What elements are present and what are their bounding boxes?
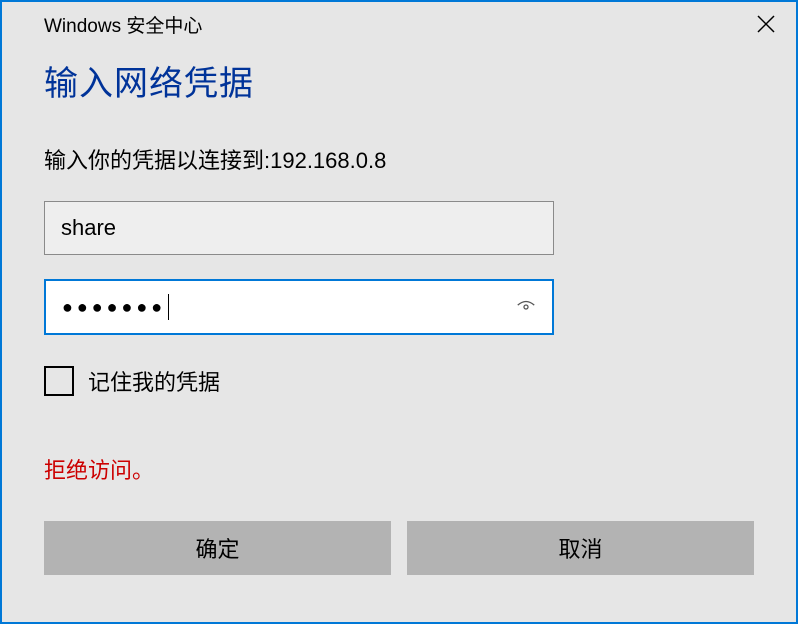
- password-row: ●●●●●●●: [44, 279, 754, 335]
- remember-checkbox[interactable]: [44, 366, 74, 396]
- remember-label: 记住我的凭据: [88, 365, 220, 397]
- username-row: [44, 201, 754, 255]
- text-caret: [168, 294, 169, 320]
- close-button[interactable]: [736, 2, 796, 46]
- password-masked-value: ●●●●●●●: [62, 294, 514, 320]
- username-input[interactable]: [44, 201, 554, 255]
- password-dots-text: ●●●●●●●: [62, 297, 166, 318]
- window-title: Windows 安全中心: [44, 11, 202, 38]
- cancel-button[interactable]: 取消: [407, 521, 754, 575]
- remember-row: 记住我的凭据: [44, 365, 754, 397]
- dialog-heading: 输入网络凭据: [44, 56, 754, 105]
- button-row: 确定 取消: [44, 521, 754, 575]
- titlebar: Windows 安全中心: [2, 2, 796, 46]
- error-message: 拒绝访问。: [44, 453, 754, 485]
- eye-icon: [515, 296, 537, 318]
- ok-button[interactable]: 确定: [44, 521, 391, 575]
- password-input[interactable]: ●●●●●●●: [44, 279, 554, 335]
- close-icon: [757, 15, 775, 33]
- dialog-subheading: 输入你的凭据以连接到:192.168.0.8: [44, 143, 754, 175]
- dialog-content: 输入网络凭据 输入你的凭据以连接到:192.168.0.8 ●●●●●●● 记住: [2, 46, 796, 575]
- reveal-password-button[interactable]: [514, 295, 538, 319]
- credential-dialog: Windows 安全中心 输入网络凭据 输入你的凭据以连接到:192.168.0…: [0, 0, 798, 624]
